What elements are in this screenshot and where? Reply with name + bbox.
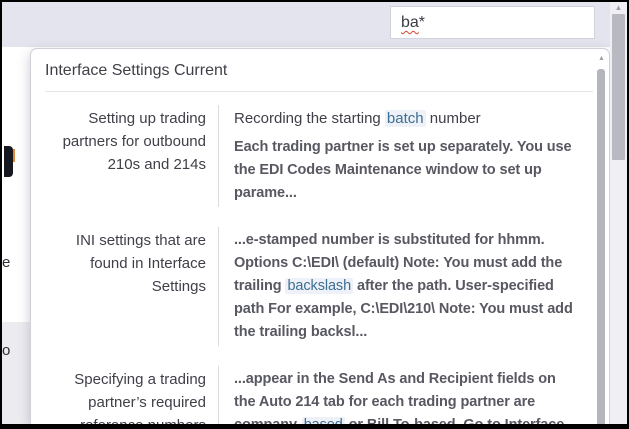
page-scrollbar[interactable]: ▲ xyxy=(610,2,627,424)
result-topic: Specifying a trading partner’s required … xyxy=(43,366,219,424)
scroll-up-arrow-icon[interactable]: ▲ xyxy=(597,54,606,64)
search-term-highlight: backslash xyxy=(285,278,353,294)
results-list: Setting up trading partners for outbound… xyxy=(31,92,609,424)
result-snippet: ...e-stamped number is substituted for h… xyxy=(234,229,579,344)
background-partial-text: e xyxy=(2,254,10,271)
result-snippet: Each trading partner is set up separatel… xyxy=(234,136,579,205)
background-orange-mark xyxy=(13,149,15,162)
result-topic: Setting up trading partners for outbound… xyxy=(43,105,219,207)
background-panel xyxy=(2,322,30,424)
background-partial-text: o xyxy=(2,342,10,359)
background-partial-glyph xyxy=(4,146,13,177)
search-results-dropdown: Interface Settings Current Setting up tr… xyxy=(30,48,610,424)
dropdown-scrollbar-thumb[interactable] xyxy=(597,69,605,424)
scroll-up-arrow-icon[interactable]: ▲ xyxy=(610,2,627,14)
search-term-highlight: batch xyxy=(385,110,426,127)
result-body: ...e-stamped number is substituted for h… xyxy=(219,227,579,346)
window: ba* e o ▲ Interface Settings Current Set… xyxy=(0,0,629,429)
search-input[interactable]: ba* xyxy=(390,6,595,39)
search-text-misspelled: ba xyxy=(401,14,419,31)
search-term-highlight: based xyxy=(302,417,345,424)
search-result-row[interactable]: Setting up trading partners for outbound… xyxy=(31,96,609,218)
page-scrollbar-thumb[interactable] xyxy=(612,14,625,160)
result-topic: INI settings that are found in Interface… xyxy=(43,227,219,346)
dropdown-scrollbar[interactable]: ▲ xyxy=(597,54,606,424)
search-result-row[interactable]: Specifying a trading partner’s required … xyxy=(31,357,609,424)
result-body: Recording the starting batch number Each… xyxy=(219,105,579,207)
result-title-link[interactable]: Recording the starting batch number xyxy=(234,107,579,130)
dropdown-title: Interface Settings Current xyxy=(31,49,609,91)
search-text-wildcard: * xyxy=(419,14,425,31)
result-body: ...appear in the Send As and Recipient f… xyxy=(219,366,579,424)
result-snippet: ...appear in the Send As and Recipient f… xyxy=(234,368,579,424)
search-result-row[interactable]: INI settings that are found in Interface… xyxy=(31,218,609,357)
